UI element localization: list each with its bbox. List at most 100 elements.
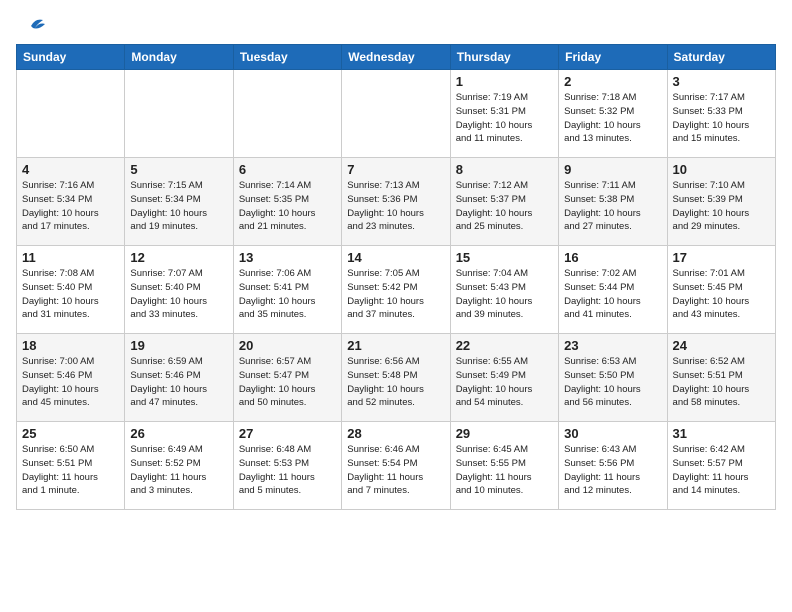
day-number: 31 — [673, 426, 770, 441]
day-info: Sunrise: 6:45 AM Sunset: 5:55 PM Dayligh… — [456, 443, 553, 498]
day-number: 10 — [673, 162, 770, 177]
calendar-cell — [342, 70, 450, 158]
calendar-cell: 24 Sunrise: 6:52 AM Sunset: 5:51 PM Dayli… — [667, 334, 775, 422]
day-info: Sunrise: 6:57 AM Sunset: 5:47 PM Dayligh… — [239, 355, 336, 410]
calendar-cell: 30 Sunrise: 6:43 AM Sunset: 5:56 PM Dayli… — [559, 422, 667, 510]
day-info: Sunrise: 6:59 AM Sunset: 5:46 PM Dayligh… — [130, 355, 227, 410]
day-info: Sunrise: 7:17 AM Sunset: 5:33 PM Dayligh… — [673, 91, 770, 146]
day-number: 30 — [564, 426, 661, 441]
day-number: 25 — [22, 426, 119, 441]
calendar-cell: 1 Sunrise: 7:19 AM Sunset: 5:31 PM Daylig… — [450, 70, 558, 158]
weekday-header-monday: Monday — [125, 45, 233, 70]
calendar-cell: 31 Sunrise: 6:42 AM Sunset: 5:57 PM Dayli… — [667, 422, 775, 510]
day-number: 22 — [456, 338, 553, 353]
calendar-cell: 28 Sunrise: 6:46 AM Sunset: 5:54 PM Dayli… — [342, 422, 450, 510]
calendar-cell: 8 Sunrise: 7:12 AM Sunset: 5:37 PM Daylig… — [450, 158, 558, 246]
day-info: Sunrise: 7:19 AM Sunset: 5:31 PM Dayligh… — [456, 91, 553, 146]
day-number: 7 — [347, 162, 444, 177]
day-number: 12 — [130, 250, 227, 265]
weekday-header-row: SundayMondayTuesdayWednesdayThursdayFrid… — [17, 45, 776, 70]
calendar-cell: 20Sunrise: 6:57 AM Sunset: 5:47 PM Dayli… — [233, 334, 341, 422]
day-number: 27 — [239, 426, 336, 441]
day-number: 8 — [456, 162, 553, 177]
day-number: 26 — [130, 426, 227, 441]
calendar-cell: 29 Sunrise: 6:45 AM Sunset: 5:55 PM Dayli… — [450, 422, 558, 510]
calendar-cell: 16 Sunrise: 7:02 AM Sunset: 5:44 PM Dayli… — [559, 246, 667, 334]
day-number: 24 — [673, 338, 770, 353]
weekday-header-sunday: Sunday — [17, 45, 125, 70]
calendar-cell: 27Sunrise: 6:48 AM Sunset: 5:53 PM Dayli… — [233, 422, 341, 510]
day-number: 17 — [673, 250, 770, 265]
day-info: Sunrise: 7:01 AM Sunset: 5:45 PM Dayligh… — [673, 267, 770, 322]
day-info: Sunrise: 7:05 AM Sunset: 5:42 PM Dayligh… — [347, 267, 444, 322]
day-info: Sunrise: 7:13 AM Sunset: 5:36 PM Dayligh… — [347, 179, 444, 234]
calendar-cell — [125, 70, 233, 158]
week-row-4: 18 Sunrise: 7:00 AM Sunset: 5:46 PM Dayli… — [17, 334, 776, 422]
day-number: 15 — [456, 250, 553, 265]
day-info: Sunrise: 6:55 AM Sunset: 5:49 PM Dayligh… — [456, 355, 553, 410]
header — [16, 16, 776, 32]
day-number: 4 — [22, 162, 119, 177]
day-info: Sunrise: 7:06 AM Sunset: 5:41 PM Dayligh… — [239, 267, 336, 322]
day-number: 5 — [130, 162, 227, 177]
day-info: Sunrise: 7:08 AM Sunset: 5:40 PM Dayligh… — [22, 267, 119, 322]
calendar-cell: 18 Sunrise: 7:00 AM Sunset: 5:46 PM Dayli… — [17, 334, 125, 422]
day-info: Sunrise: 7:04 AM Sunset: 5:43 PM Dayligh… — [456, 267, 553, 322]
calendar-cell: 5 Sunrise: 7:15 AM Sunset: 5:34 PM Daylig… — [125, 158, 233, 246]
day-info: Sunrise: 6:50 AM Sunset: 5:51 PM Dayligh… — [22, 443, 119, 498]
calendar-cell: 11Sunrise: 7:08 AM Sunset: 5:40 PM Dayli… — [17, 246, 125, 334]
weekday-header-friday: Friday — [559, 45, 667, 70]
calendar-cell: 13Sunrise: 7:06 AM Sunset: 5:41 PM Dayli… — [233, 246, 341, 334]
calendar-cell: 19 Sunrise: 6:59 AM Sunset: 5:46 PM Dayli… — [125, 334, 233, 422]
calendar-cell: 14 Sunrise: 7:05 AM Sunset: 5:42 PM Dayli… — [342, 246, 450, 334]
calendar-cell: 21 Sunrise: 6:56 AM Sunset: 5:48 PM Dayli… — [342, 334, 450, 422]
weekday-header-thursday: Thursday — [450, 45, 558, 70]
calendar-cell: 15 Sunrise: 7:04 AM Sunset: 5:43 PM Dayli… — [450, 246, 558, 334]
day-number: 18 — [22, 338, 119, 353]
day-info: Sunrise: 7:02 AM Sunset: 5:44 PM Dayligh… — [564, 267, 661, 322]
week-row-2: 4 Sunrise: 7:16 AM Sunset: 5:34 PM Daylig… — [17, 158, 776, 246]
calendar-cell: 25 Sunrise: 6:50 AM Sunset: 5:51 PM Dayli… — [17, 422, 125, 510]
day-info: Sunrise: 7:12 AM Sunset: 5:37 PM Dayligh… — [456, 179, 553, 234]
day-info: Sunrise: 6:43 AM Sunset: 5:56 PM Dayligh… — [564, 443, 661, 498]
calendar-cell: 23Sunrise: 6:53 AM Sunset: 5:50 PM Dayli… — [559, 334, 667, 422]
week-row-3: 11Sunrise: 7:08 AM Sunset: 5:40 PM Dayli… — [17, 246, 776, 334]
day-number: 28 — [347, 426, 444, 441]
calendar-cell: 7 Sunrise: 7:13 AM Sunset: 5:36 PM Daylig… — [342, 158, 450, 246]
day-info: Sunrise: 7:16 AM Sunset: 5:34 PM Dayligh… — [22, 179, 119, 234]
weekday-header-tuesday: Tuesday — [233, 45, 341, 70]
calendar-cell: 12Sunrise: 7:07 AM Sunset: 5:40 PM Dayli… — [125, 246, 233, 334]
week-row-5: 25 Sunrise: 6:50 AM Sunset: 5:51 PM Dayli… — [17, 422, 776, 510]
day-info: Sunrise: 6:46 AM Sunset: 5:54 PM Dayligh… — [347, 443, 444, 498]
day-number: 19 — [130, 338, 227, 353]
day-info: Sunrise: 7:14 AM Sunset: 5:35 PM Dayligh… — [239, 179, 336, 234]
calendar-cell: 3 Sunrise: 7:17 AM Sunset: 5:33 PM Daylig… — [667, 70, 775, 158]
day-info: Sunrise: 7:11 AM Sunset: 5:38 PM Dayligh… — [564, 179, 661, 234]
day-info: Sunrise: 7:00 AM Sunset: 5:46 PM Dayligh… — [22, 355, 119, 410]
logo-bird-icon — [17, 16, 45, 36]
day-info: Sunrise: 7:15 AM Sunset: 5:34 PM Dayligh… — [130, 179, 227, 234]
day-info: Sunrise: 6:52 AM Sunset: 5:51 PM Dayligh… — [673, 355, 770, 410]
day-number: 1 — [456, 74, 553, 89]
calendar-cell: 26 Sunrise: 6:49 AM Sunset: 5:52 PM Dayli… — [125, 422, 233, 510]
day-number: 14 — [347, 250, 444, 265]
day-info: Sunrise: 6:42 AM Sunset: 5:57 PM Dayligh… — [673, 443, 770, 498]
calendar-cell: 22 Sunrise: 6:55 AM Sunset: 5:49 PM Dayli… — [450, 334, 558, 422]
day-number: 23 — [564, 338, 661, 353]
week-row-1: 1 Sunrise: 7:19 AM Sunset: 5:31 PM Daylig… — [17, 70, 776, 158]
day-info: Sunrise: 6:49 AM Sunset: 5:52 PM Dayligh… — [130, 443, 227, 498]
day-number: 29 — [456, 426, 553, 441]
calendar-cell — [17, 70, 125, 158]
day-number: 21 — [347, 338, 444, 353]
calendar-cell: 17 Sunrise: 7:01 AM Sunset: 5:45 PM Dayli… — [667, 246, 775, 334]
day-number: 3 — [673, 74, 770, 89]
day-info: Sunrise: 6:56 AM Sunset: 5:48 PM Dayligh… — [347, 355, 444, 410]
calendar-cell — [233, 70, 341, 158]
calendar-cell: 10Sunrise: 7:10 AM Sunset: 5:39 PM Dayli… — [667, 158, 775, 246]
day-number: 9 — [564, 162, 661, 177]
weekday-header-saturday: Saturday — [667, 45, 775, 70]
day-number: 16 — [564, 250, 661, 265]
calendar-cell: 6 Sunrise: 7:14 AM Sunset: 5:35 PM Daylig… — [233, 158, 341, 246]
day-number: 2 — [564, 74, 661, 89]
day-number: 6 — [239, 162, 336, 177]
